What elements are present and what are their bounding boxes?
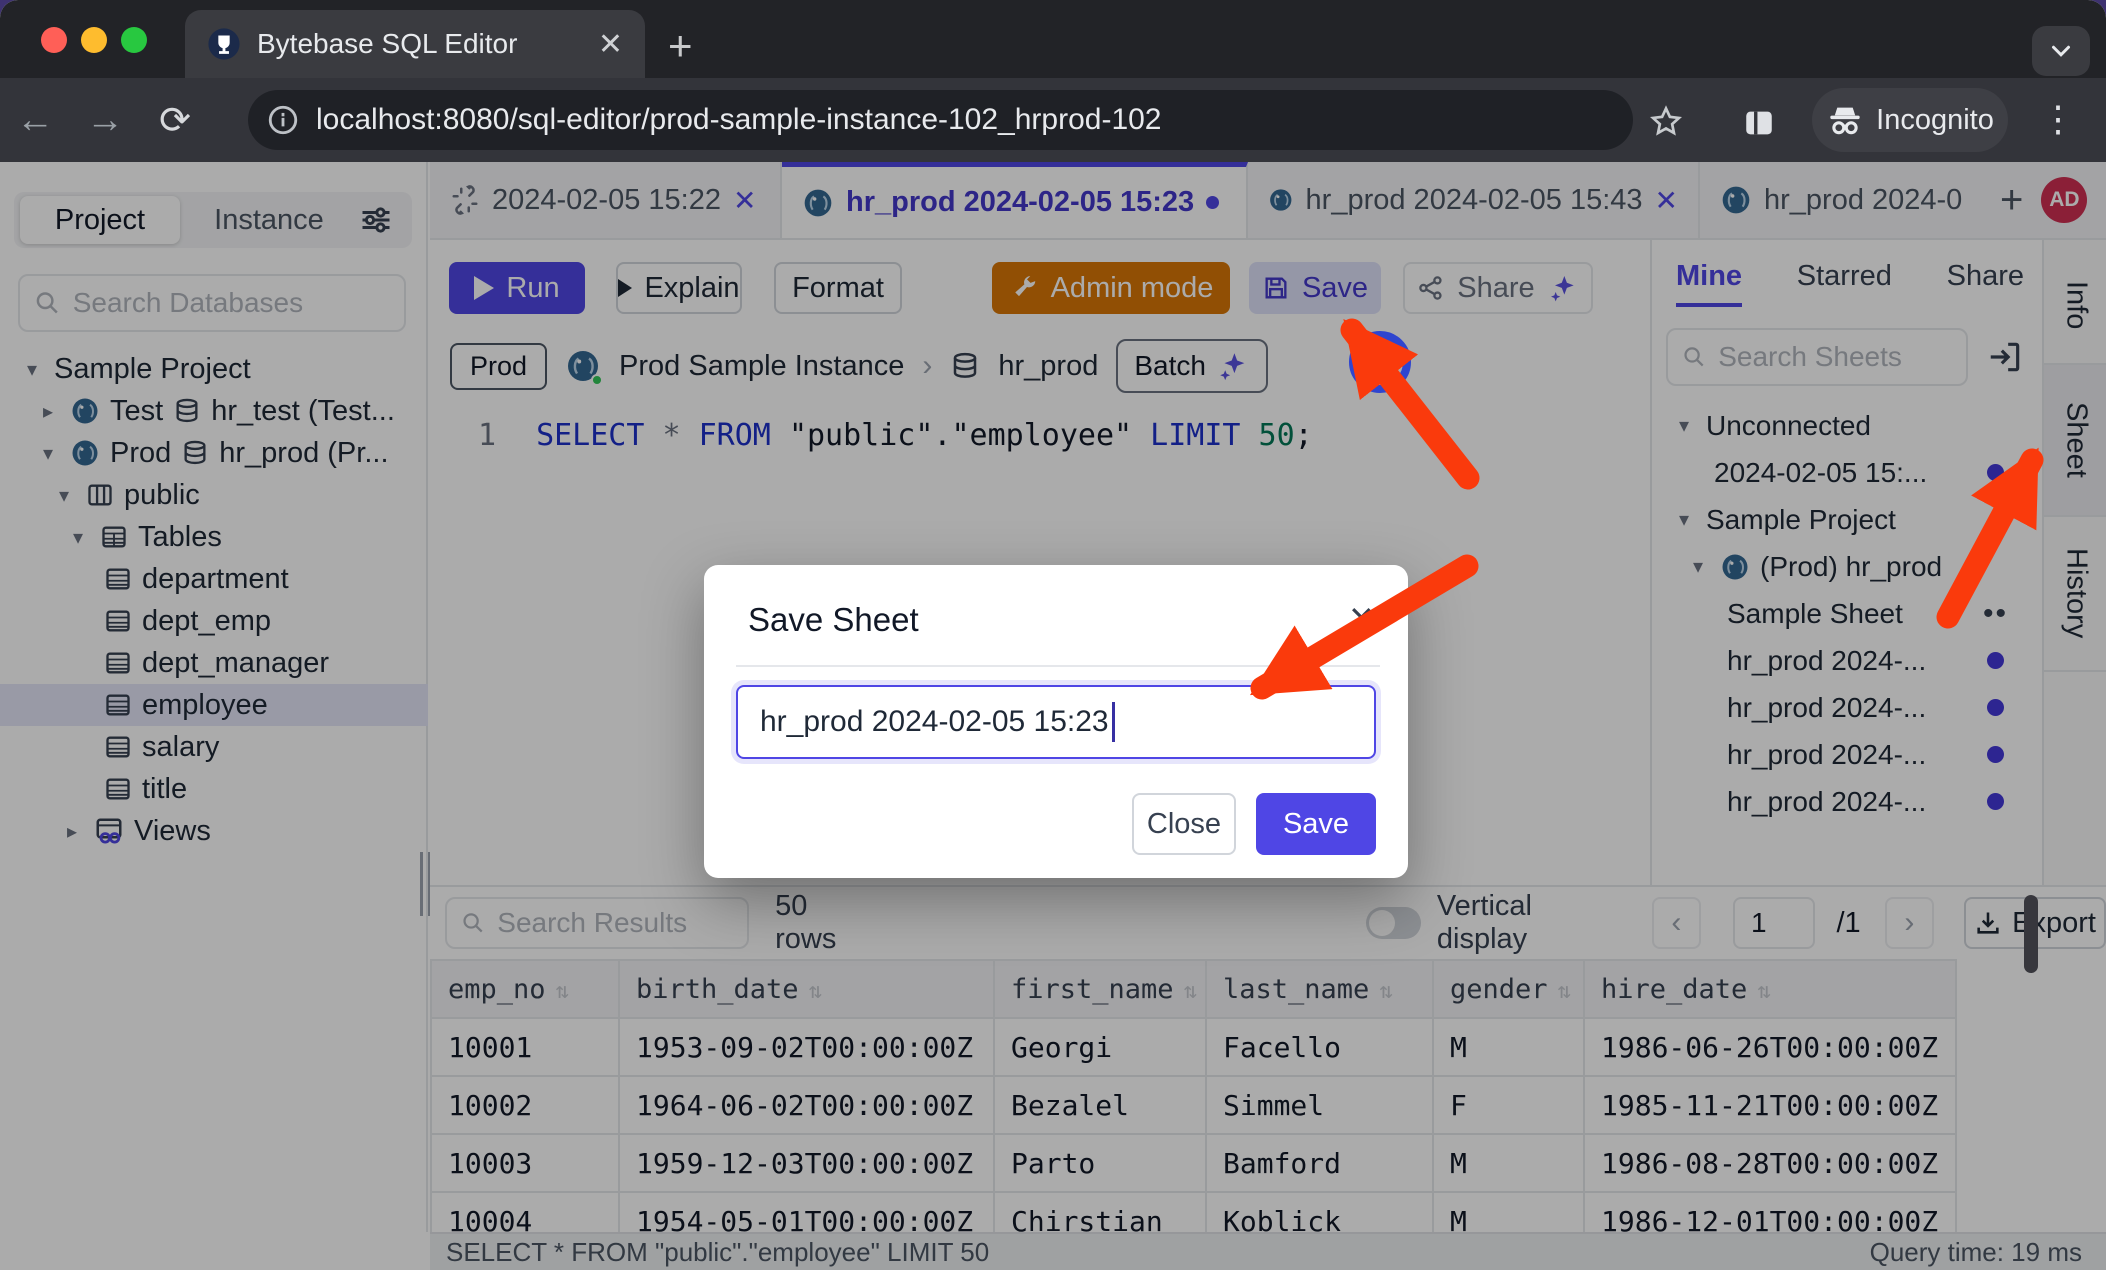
side-panel-icon[interactable] <box>1742 106 1776 140</box>
modal-close-icon[interactable]: ✕ <box>1348 599 1375 637</box>
modal-title: Save Sheet <box>748 601 919 639</box>
browser-tab-title: Bytebase SQL Editor <box>257 28 582 60</box>
address-bar[interactable]: localhost:8080/sql-editor/prod-sample-in… <box>248 90 1633 150</box>
incognito-icon <box>1826 103 1864 137</box>
chevron-down-icon <box>2046 36 2076 66</box>
url-text: localhost:8080/sql-editor/prod-sample-in… <box>316 103 1162 137</box>
browser-tab[interactable]: Bytebase SQL Editor ✕ <box>185 10 645 78</box>
minimize-window-button[interactable] <box>81 27 107 53</box>
browser-tab-close-icon[interactable]: ✕ <box>598 27 623 62</box>
save-sheet-modal: Save Sheet ✕ hr_prod 2024-02-05 15:23 Cl… <box>704 565 1408 878</box>
close-window-button[interactable] <box>41 27 67 53</box>
maximize-window-button[interactable] <box>121 27 147 53</box>
browser-menu-icon[interactable]: ⋮ <box>2040 98 2076 140</box>
forward-icon[interactable]: → <box>70 99 140 142</box>
bytebase-favicon <box>207 27 241 61</box>
modal-save-button[interactable]: Save <box>1256 793 1376 855</box>
modal-divider <box>736 665 1380 667</box>
modal-close-button[interactable]: Close <box>1132 793 1236 855</box>
screen: Bytebase SQL Editor ✕ + ← → ⟳ localhost:… <box>0 0 2106 1270</box>
incognito-badge: Incognito <box>1812 88 2008 152</box>
bookmark-star-icon[interactable] <box>1648 104 1684 140</box>
incognito-label: Incognito <box>1876 104 1994 137</box>
macos-titlebar: Bytebase SQL Editor ✕ + <box>0 0 2106 78</box>
reload-icon[interactable]: ⟳ <box>140 98 210 143</box>
back-icon[interactable]: ← <box>0 99 70 142</box>
tab-search-button[interactable] <box>2032 26 2090 76</box>
text-caret <box>1112 702 1115 742</box>
browser-window: Bytebase SQL Editor ✕ + ← → ⟳ localhost:… <box>0 0 2106 1270</box>
site-info-icon[interactable] <box>266 103 300 137</box>
new-tab-icon[interactable]: + <box>668 22 693 70</box>
sheet-name-input[interactable]: hr_prod 2024-02-05 15:23 <box>736 685 1376 759</box>
